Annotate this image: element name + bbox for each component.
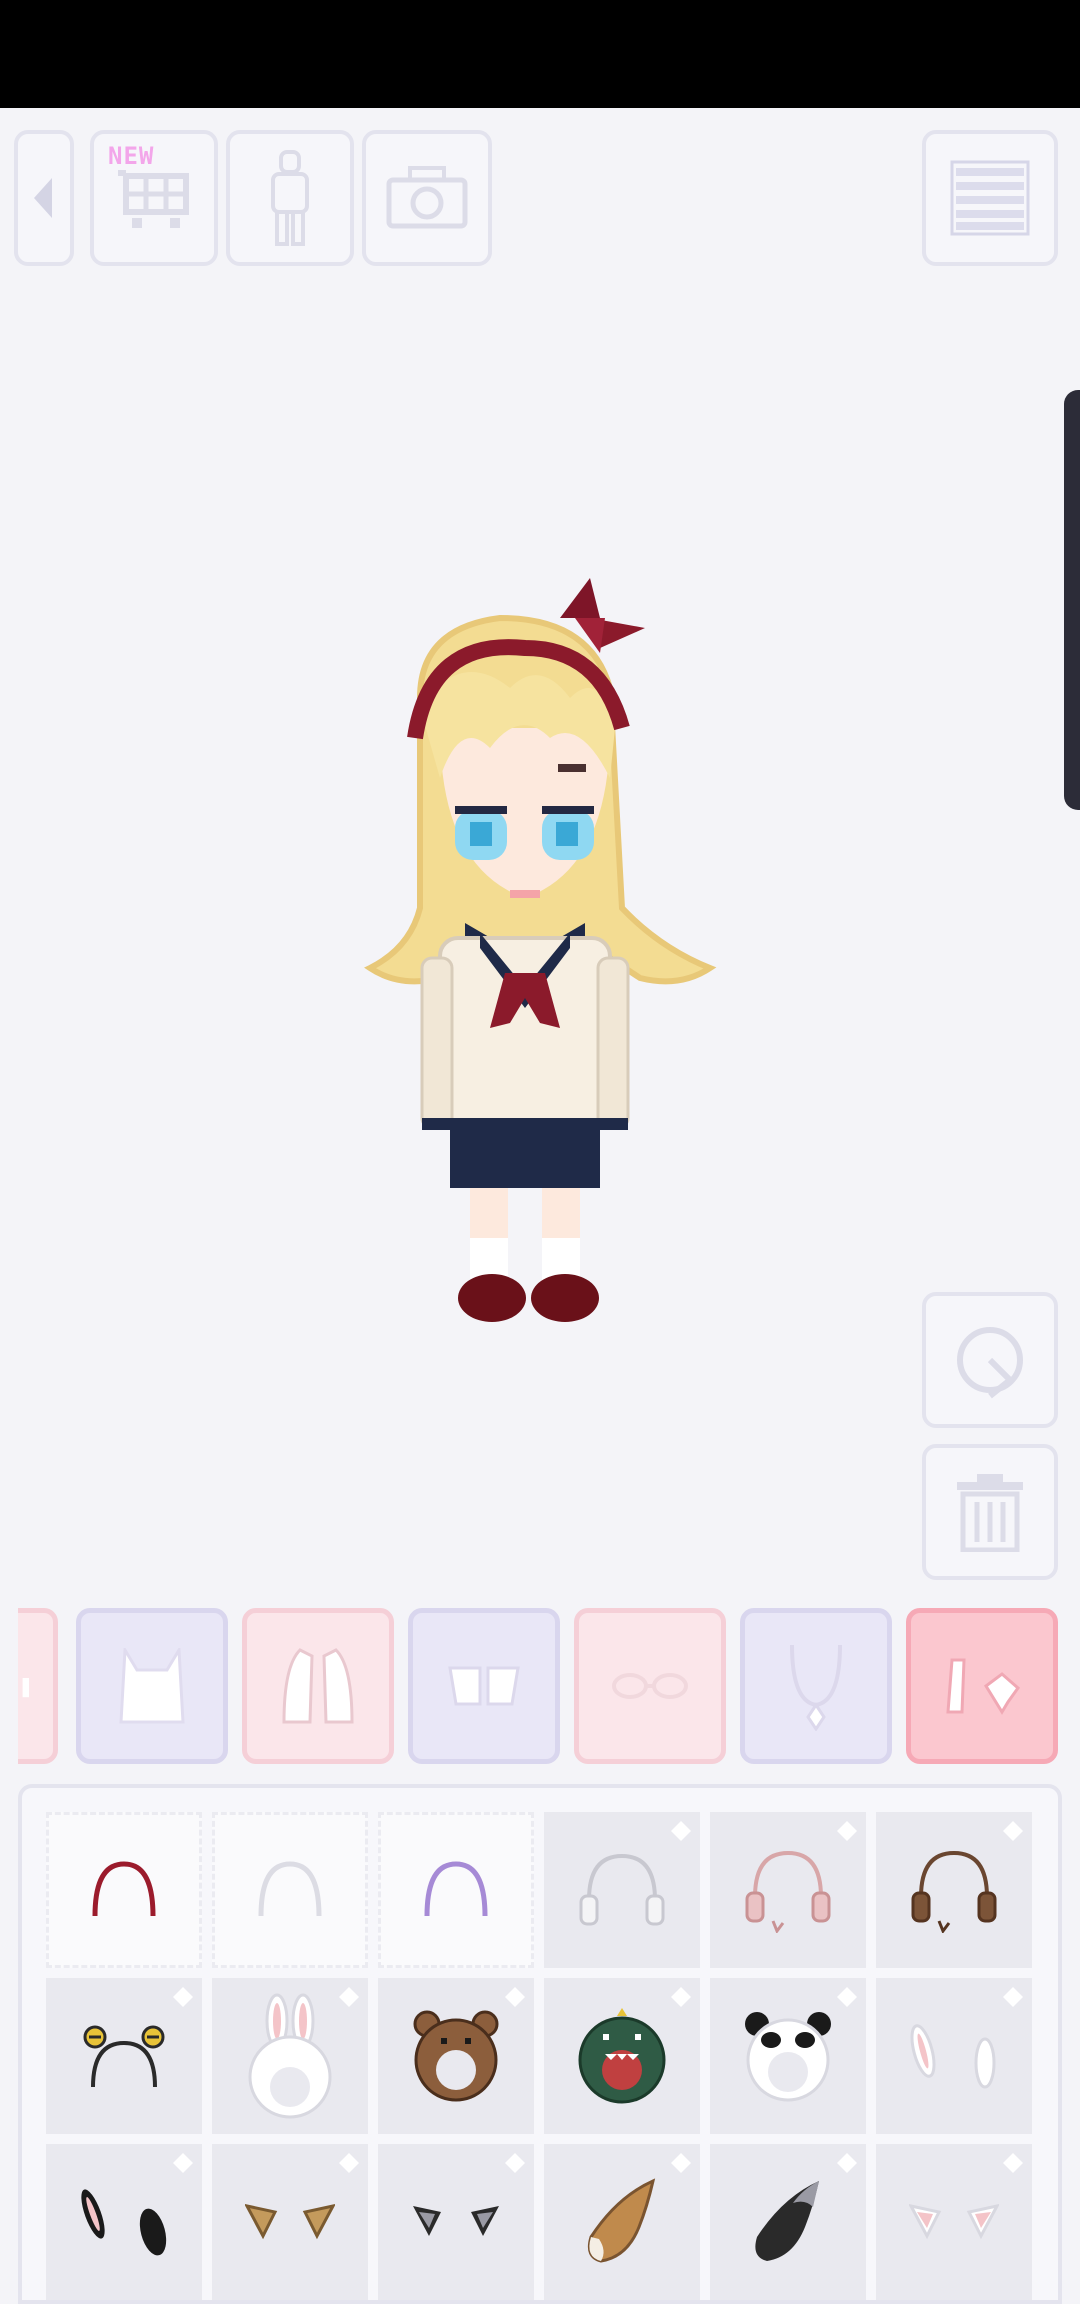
tab-tops[interactable] xyxy=(76,1608,228,1764)
menu-icon xyxy=(950,160,1030,236)
diamond-icon xyxy=(173,2153,193,2173)
item-tan-fox-ears[interactable] xyxy=(212,2144,368,2300)
white-cat-ears-icon xyxy=(909,2204,999,2240)
diamond-icon xyxy=(339,2153,359,2173)
necklace-icon xyxy=(790,1644,842,1731)
item-white-headband[interactable] xyxy=(212,1812,368,1968)
black-tail-icon xyxy=(755,2181,819,2261)
tan-fox-ears-icon xyxy=(245,2204,335,2240)
diamond-icon xyxy=(339,1987,359,2007)
camera-icon xyxy=(386,166,468,229)
diamond-icon xyxy=(1003,1987,1023,2007)
app-screen: NEW xyxy=(0,108,1080,2304)
shorts-icon xyxy=(448,1666,520,1706)
red-headband-icon xyxy=(92,1861,156,1917)
black-cat-ears-icon xyxy=(413,2206,499,2236)
item-bee-antenna-headband[interactable] xyxy=(46,1978,202,2134)
item-panel xyxy=(18,1784,1062,2304)
jacket-icon xyxy=(282,1648,354,1724)
item-black-tail[interactable] xyxy=(710,2144,866,2300)
white-bunny-ears-icon xyxy=(910,2024,996,2089)
panda-hood-icon xyxy=(745,2012,831,2102)
diamond-icon xyxy=(505,1987,525,2007)
item-dino-hood[interactable] xyxy=(544,1978,700,2134)
rotate-button[interactable] xyxy=(922,1292,1058,1428)
menu-button[interactable] xyxy=(922,130,1058,266)
item-white-earmuffs[interactable] xyxy=(544,1812,700,1968)
black-bunny-ears-icon xyxy=(81,2189,167,2256)
tab-outerwear[interactable] xyxy=(242,1608,394,1764)
diamond-icon xyxy=(671,1987,691,2007)
purple-headband-icon xyxy=(424,1861,488,1917)
item-white-bunny-ears[interactable] xyxy=(876,1978,1032,2134)
side-drawer-handle[interactable] xyxy=(1064,390,1080,810)
back-button[interactable] xyxy=(14,130,74,266)
rotate-icon xyxy=(957,1327,1023,1399)
new-badge: NEW xyxy=(108,142,155,170)
bee-antenna-icon xyxy=(83,2025,165,2088)
status-bar xyxy=(0,0,1080,108)
diamond-icon xyxy=(837,1987,857,2007)
body-button[interactable] xyxy=(226,130,354,266)
category-tabs xyxy=(18,1608,1062,1768)
brown-earmuffs-icon xyxy=(911,1850,997,1933)
diamond-icon xyxy=(1003,1821,1023,1841)
item-black-bunny-ears[interactable] xyxy=(46,2144,202,2300)
tab-necklace[interactable] xyxy=(740,1608,892,1764)
back-arrow-icon xyxy=(34,178,52,218)
item-bunny-hood[interactable] xyxy=(212,1978,368,2134)
diamond-icon xyxy=(837,2153,857,2173)
tab-bottoms[interactable] xyxy=(408,1608,560,1764)
white-headband-icon xyxy=(258,1861,322,1917)
white-earmuffs-icon xyxy=(579,1853,665,1926)
item-purple-headband[interactable] xyxy=(378,1812,534,1968)
tab-headwear[interactable] xyxy=(906,1608,1058,1764)
bear-hood-icon xyxy=(413,2010,499,2102)
partial-icon xyxy=(22,1678,29,1698)
item-fox-tail[interactable] xyxy=(544,2144,700,2300)
dino-hood-icon xyxy=(578,2008,666,2104)
shop-cart-icon xyxy=(118,170,189,228)
item-pink-earmuffs[interactable] xyxy=(710,1812,866,1968)
body-icon xyxy=(271,150,309,246)
item-white-cat-ears[interactable] xyxy=(876,2144,1032,2300)
diamond-icon xyxy=(671,2153,691,2173)
trash-button[interactable] xyxy=(922,1444,1058,1580)
shop-button[interactable]: NEW xyxy=(90,130,218,266)
tab-glasses[interactable] xyxy=(574,1608,726,1764)
item-black-cat-ears[interactable] xyxy=(378,2144,534,2300)
item-brown-earmuffs[interactable] xyxy=(876,1812,1032,1968)
item-bear-hood[interactable] xyxy=(378,1978,534,2134)
diamond-icon xyxy=(837,1821,857,1841)
diamond-icon xyxy=(671,1821,691,1841)
bunny-hood-icon xyxy=(248,1993,332,2119)
diamond-icon xyxy=(1003,2153,1023,2173)
pink-earmuffs-icon xyxy=(745,1850,831,1933)
top-shirt-icon xyxy=(119,1648,185,1724)
diamond-icon xyxy=(505,2153,525,2173)
trash-icon xyxy=(957,1474,1023,1552)
item-panda-hood[interactable] xyxy=(710,1978,866,2134)
glasses-icon xyxy=(612,1673,688,1699)
fox-tail-icon xyxy=(587,2178,656,2263)
item-red-headband[interactable] xyxy=(46,1812,202,1968)
headwear-ears-icon xyxy=(946,1658,1021,1715)
avatar-character xyxy=(364,578,717,1322)
diamond-icon xyxy=(173,1987,193,2007)
camera-button[interactable] xyxy=(362,130,492,266)
tab-partial[interactable] xyxy=(18,1608,58,1764)
